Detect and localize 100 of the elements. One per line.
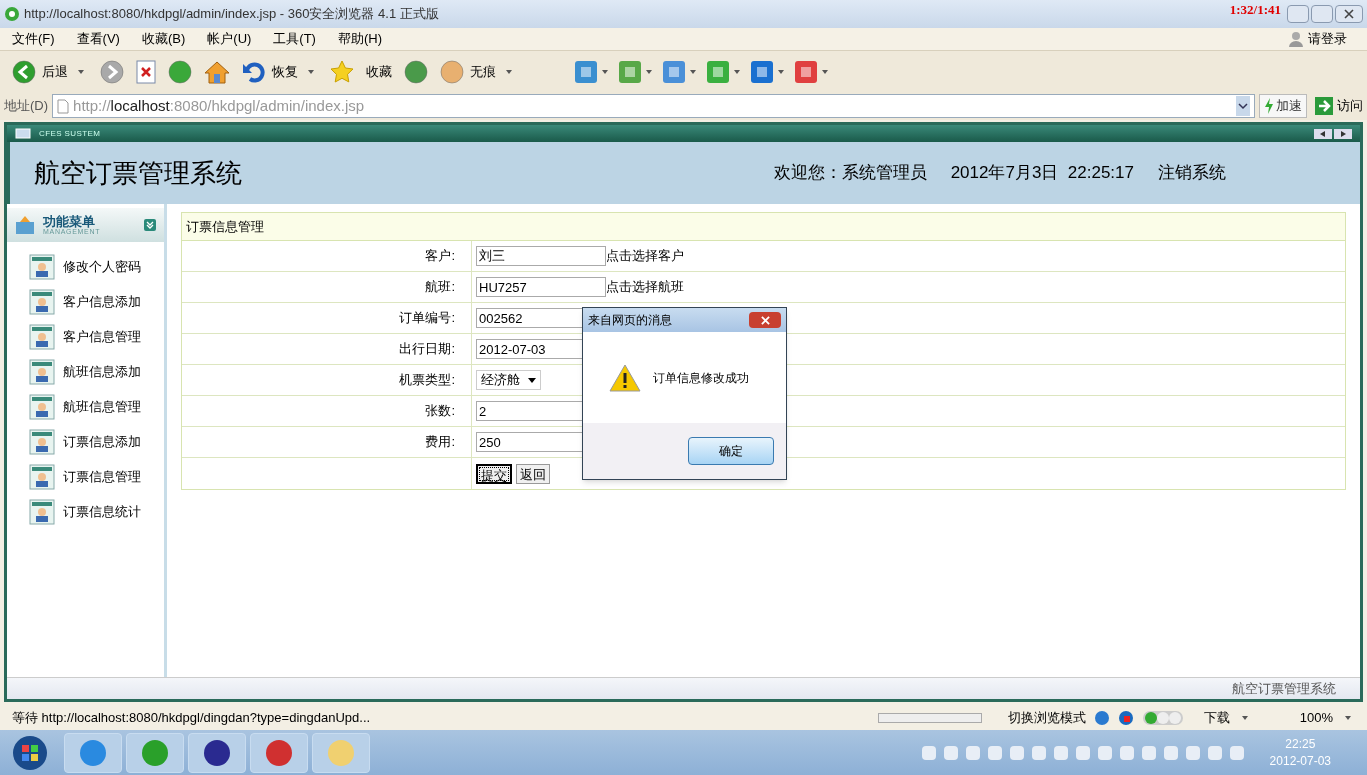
dropdown-caret-icon[interactable] — [506, 69, 512, 74]
toolbar-button[interactable]: 恢复 — [272, 61, 298, 82]
sidebar-item[interactable]: 客户信息添加 — [63, 292, 141, 312]
dropdown-caret-icon[interactable] — [646, 69, 652, 74]
taskbar-app-button[interactable] — [250, 732, 308, 773]
star-icon[interactable] — [330, 59, 354, 84]
date-time: 2012年7月3日 22:25:17 — [950, 162, 1134, 185]
field-label: 张数: — [425, 402, 455, 421]
tray-icon[interactable] — [965, 745, 980, 760]
select-link[interactable]: 点击选择航班 — [606, 277, 684, 297]
tray-icon[interactable] — [1229, 745, 1244, 760]
undo-arrow-icon[interactable] — [242, 59, 266, 84]
minimize-button[interactable] — [1287, 5, 1309, 23]
footer-text: 航空订票管理系统 — [1232, 679, 1336, 698]
speed-button[interactable]: 加速 — [1259, 94, 1307, 118]
collapse-icon[interactable] — [144, 219, 156, 231]
lightning-icon[interactable] — [1264, 98, 1274, 114]
sidebar-item[interactable]: 客户信息管理 — [63, 327, 141, 347]
status-text: 等待 http://localhost:8080/hkdpgl/dingdan?type=dingdanUpd... — [12, 709, 371, 728]
browse-mode-button[interactable]: 切换浏览模式 — [1007, 708, 1086, 728]
sidebar-item[interactable]: 订票信息统计 — [63, 502, 141, 522]
menu-item[interactable]: 帐户(U) — [207, 29, 252, 49]
dropdown-caret-icon[interactable] — [78, 69, 84, 74]
go-button[interactable]: 访问 — [1311, 94, 1363, 118]
taskbar-app-button[interactable] — [188, 732, 246, 773]
field-label: 订单编号: — [399, 309, 455, 328]
home-icon[interactable] — [204, 59, 230, 84]
warning-icon — [609, 363, 641, 392]
dropdown-caret-icon[interactable] — [778, 69, 784, 74]
scroll-left-icon[interactable] — [1314, 128, 1332, 139]
sidebar-item[interactable]: 修改个人密码 — [63, 257, 141, 277]
dropdown-caret-icon[interactable] — [690, 69, 696, 74]
zoom-button[interactable]: 100% — [1299, 708, 1333, 728]
tray-icon[interactable] — [1097, 745, 1112, 760]
dropdown-caret-icon[interactable] — [1241, 716, 1248, 720]
dropdown-caret-icon[interactable] — [308, 69, 314, 74]
ticket-type-select[interactable]: 经济舱 — [476, 370, 541, 390]
select-link[interactable]: 点击选择客户 — [606, 246, 684, 266]
menu-item[interactable]: 文件(F) — [12, 29, 55, 49]
tray-icon[interactable] — [1119, 745, 1134, 760]
ok-button[interactable]: 确定 — [688, 437, 774, 465]
id-card-icon — [29, 499, 55, 525]
globe-icon[interactable] — [1117, 710, 1134, 726]
arrow-right-icon[interactable] — [1315, 97, 1333, 115]
sidebar-item[interactable]: 订票信息添加 — [63, 432, 141, 452]
text-field[interactable]: 刘三 — [476, 246, 606, 266]
download-button[interactable]: 下载 — [1203, 708, 1230, 728]
tray-icon[interactable] — [921, 745, 936, 760]
field-label: 客户: — [425, 247, 455, 266]
stop-icon[interactable] — [136, 59, 156, 84]
tray-icon[interactable] — [1141, 745, 1156, 760]
tray-icon[interactable] — [1185, 745, 1200, 760]
welcome-text: 欢迎您：系统管理员 — [773, 162, 927, 185]
tray-icon[interactable] — [987, 745, 1002, 760]
user-icon — [1288, 31, 1304, 47]
dialog-message: 订单信息修改成功 — [653, 369, 749, 387]
sidebar-title: 功能菜单 — [43, 215, 96, 228]
dropdown-caret-icon[interactable] — [822, 69, 828, 74]
field-label: 出行日期: — [399, 340, 455, 359]
toggle-icon[interactable] — [1141, 710, 1184, 726]
menu-item[interactable]: 帮助(H) — [337, 29, 382, 49]
dropdown-caret-icon[interactable] — [602, 69, 608, 74]
dropdown-caret-icon[interactable] — [734, 69, 740, 74]
menu-item[interactable]: 查看(V) — [76, 29, 120, 49]
tray-icon[interactable] — [1207, 745, 1222, 760]
close-button[interactable] — [1335, 5, 1363, 23]
sidebar-item[interactable]: 订票信息管理 — [63, 467, 141, 487]
toolbar-button[interactable]: 后退 — [42, 61, 68, 82]
form-button[interactable]: 返回 — [516, 463, 550, 484]
login-link[interactable]: 请登录 — [1308, 29, 1347, 49]
dialog-close-button[interactable] — [749, 312, 781, 328]
toolbar-button[interactable]: 收藏 — [366, 61, 392, 82]
url-field[interactable]: http://localhost:8080/hkdpgl/admin/index.jsp — [52, 94, 1255, 118]
page-icon — [57, 98, 70, 114]
text-field[interactable]: HU7257 — [476, 277, 606, 297]
dropdown-caret-icon[interactable] — [1345, 716, 1351, 720]
id-card-icon — [29, 324, 55, 350]
id-card-icon — [29, 394, 55, 420]
logout-link[interactable]: 注销系统 — [1158, 160, 1226, 186]
address-label: 地址(D) — [4, 97, 49, 116]
tray-icon[interactable] — [1075, 745, 1090, 760]
tray-icon[interactable] — [943, 745, 958, 760]
scroll-right-icon[interactable] — [1334, 128, 1352, 139]
browser-logo-icon — [4, 6, 20, 22]
id-card-icon — [29, 429, 55, 455]
toolbar-button[interactable]: 无痕 — [470, 61, 496, 82]
tray-icon[interactable] — [1163, 745, 1178, 760]
field-label: 费用: — [425, 433, 455, 452]
window-title: http://localhost:8080/hkdpgl/admin/index.jsp - 360安全浏览器 4.1 正式版 — [24, 5, 439, 24]
maximize-button[interactable] — [1311, 5, 1333, 23]
tray-icon[interactable] — [1053, 745, 1068, 760]
menu-item[interactable]: 工具(T) — [273, 29, 316, 49]
menu-box-icon — [15, 215, 35, 235]
sidebar-item[interactable]: 航班信息管理 — [63, 397, 141, 417]
system-title: 航空订票管理系统 — [34, 156, 242, 190]
tray-icon[interactable] — [1031, 745, 1046, 760]
tray-icon[interactable] — [1009, 745, 1024, 760]
sidebar-item[interactable]: 航班信息添加 — [63, 362, 141, 382]
menu-item[interactable]: 收藏(B) — [141, 29, 186, 49]
close-icon[interactable] — [1344, 9, 1354, 19]
